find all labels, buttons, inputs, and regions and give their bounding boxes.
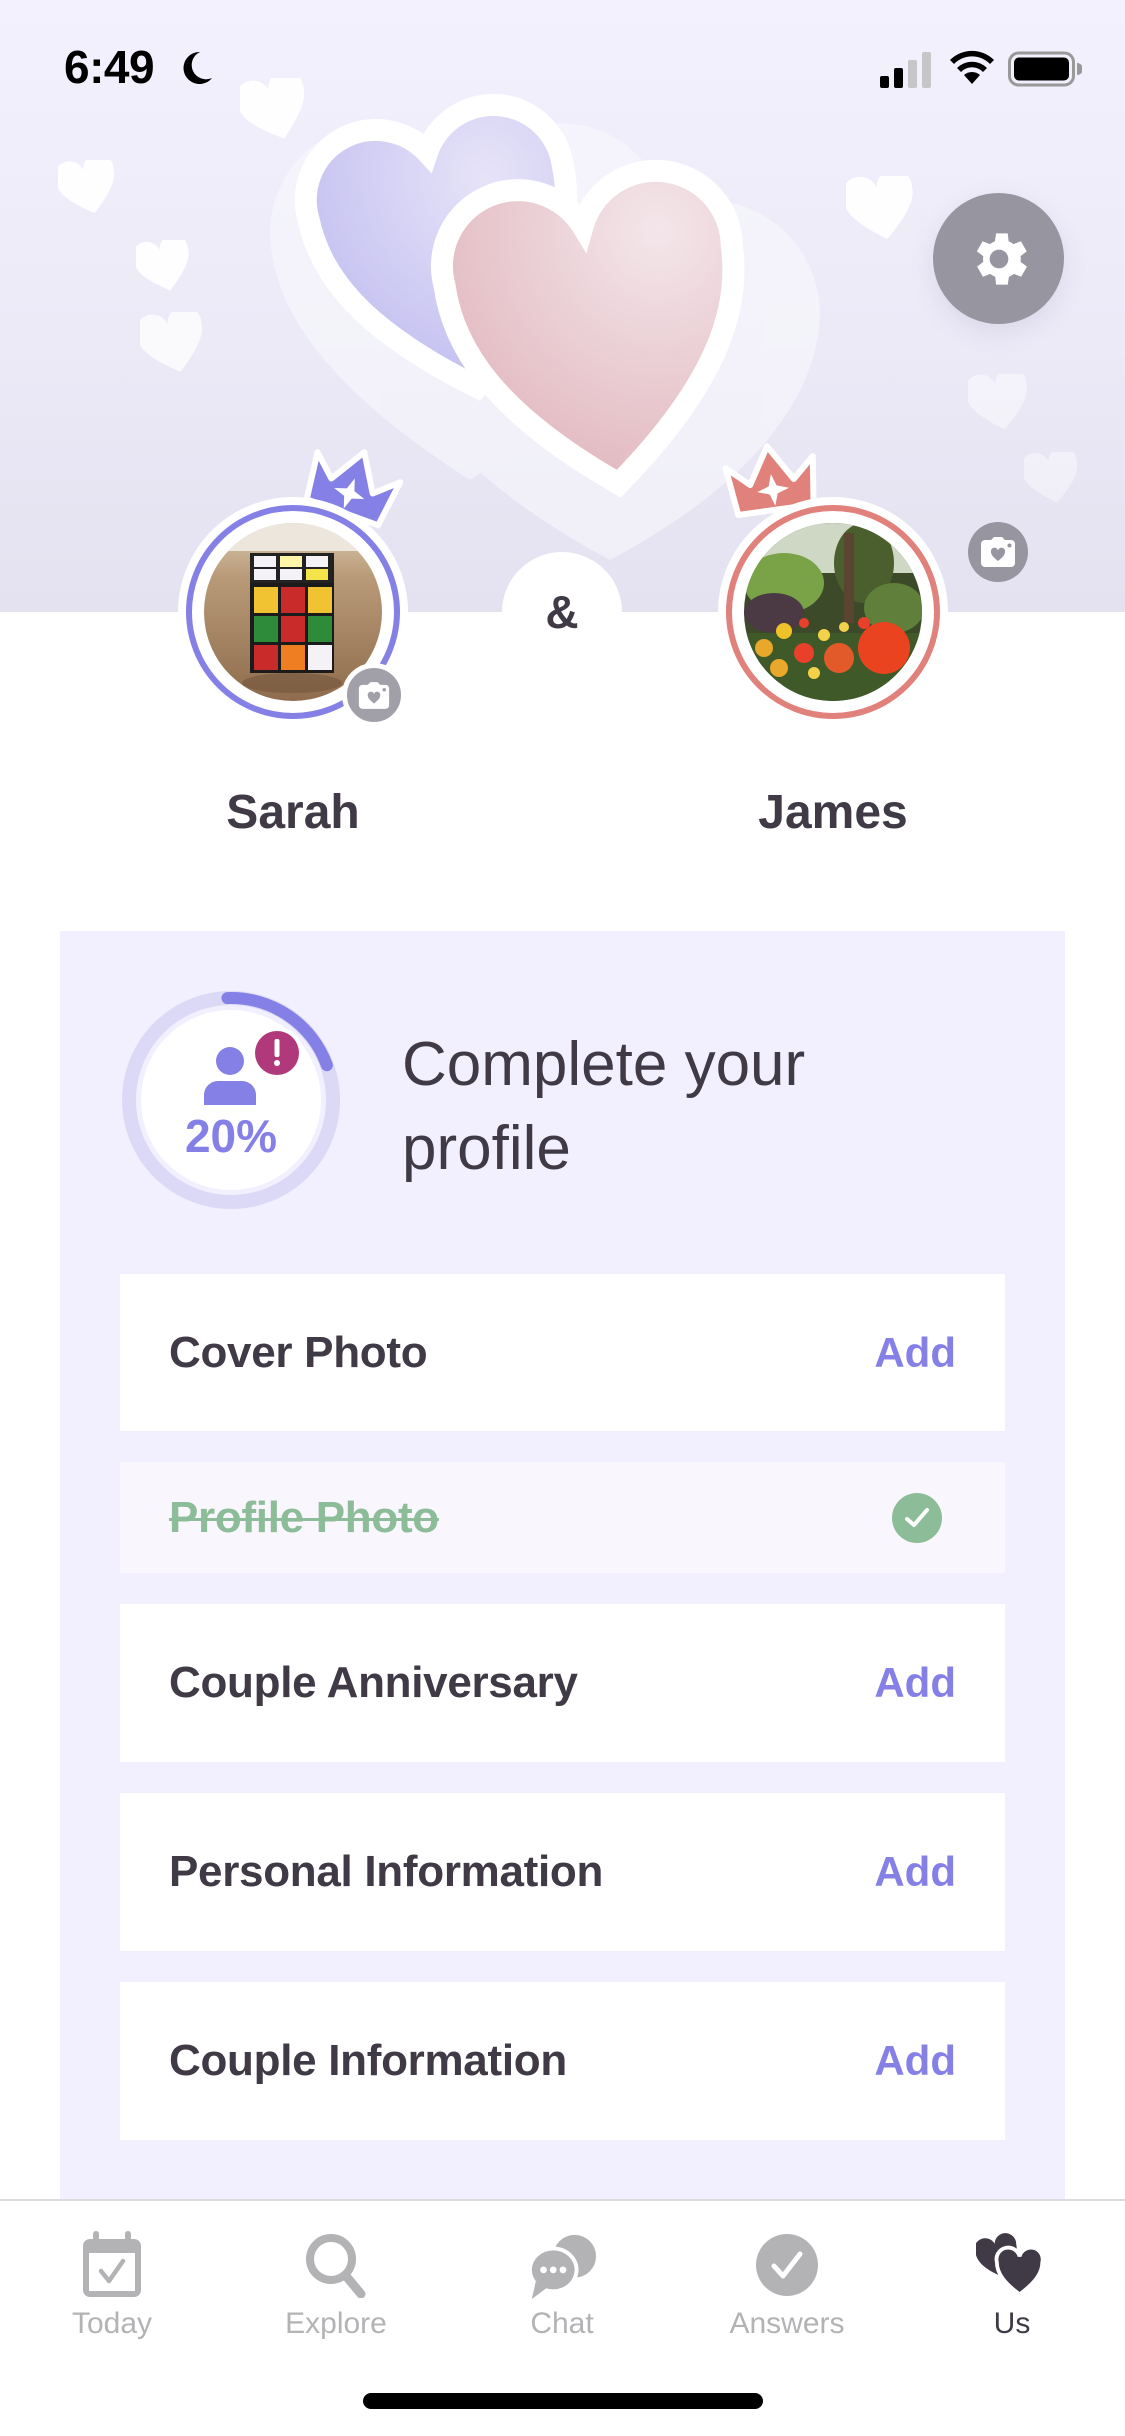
add-couple-anniversary-button[interactable]: Add [874,1659,956,1707]
add-couple-information-button[interactable]: Add [874,2037,956,2085]
decorative-heart-icon [136,240,189,291]
status-time: 6:49 [64,41,155,93]
couple-separator: & [502,552,622,672]
signal-icon [880,52,931,88]
decorative-heart-icon [968,374,1027,430]
hearts-icon [976,2229,1048,2301]
settings-button[interactable] [933,193,1064,324]
tab-answers[interactable]: Answers [707,2229,867,2349]
partner-name-sarah: Sarah [226,786,360,839]
task-label: Couple Anniversary [169,1658,578,1707]
add-personal-information-button[interactable]: Add [874,1848,956,1896]
check-circle-icon [751,2229,823,2301]
exclamation-icon [251,1027,303,1079]
tab-explore[interactable]: Explore [256,2229,416,2349]
home-indicator[interactable] [363,2393,763,2409]
change-profile-photo-button[interactable] [342,663,406,727]
profile-progress-percent: 20% [184,1110,278,1162]
tab-today[interactable]: Today [32,2229,192,2349]
decorative-heart-icon [140,312,202,372]
profile-progress-ring [122,991,340,1209]
tab-label: Answers [729,2307,845,2340]
task-row-couple-information[interactable]: Couple Information Add [120,1982,1005,2140]
complete-profile-card: 20% Complete your profile Cover Photo Ad… [60,931,1065,2199]
decorative-heart-icon [58,160,115,214]
tab-label: Us [993,2307,1031,2340]
camera-heart-icon [358,681,390,709]
chat-bubbles-icon [526,2229,598,2301]
task-row-couple-anniversary[interactable]: Couple Anniversary Add [120,1604,1005,1762]
camera-heart-icon [981,537,1015,567]
task-label: Cover Photo [169,1327,428,1377]
tab-label: Today [71,2307,153,2340]
calendar-check-icon [76,2229,148,2301]
garden-flowers-photo [744,523,922,701]
card-title: Complete your profile [402,1030,806,1183]
tab-chat[interactable]: Chat [482,2229,642,2349]
status-bar: 6:49 [0,0,1125,140]
search-icon [300,2229,372,2301]
task-label: Profile Photo [169,1492,439,1542]
add-cover-photo-button[interactable]: Add [874,1329,956,1377]
check-circle-icon [892,1492,942,1543]
decorative-heart-icon [1024,452,1078,503]
tab-label: Explore [285,2307,387,2340]
avatar-ring [726,505,940,719]
tab-us[interactable]: Us [932,2229,1092,2349]
partner-avatar-james[interactable] [718,497,948,727]
tab-label: Chat [530,2307,594,2340]
task-row-personal-information[interactable]: Personal Information Add [120,1793,1005,1951]
task-label: Personal Information [169,1847,604,1896]
battery-icon [1008,51,1082,87]
wifi-icon [950,50,994,84]
change-cover-photo-button[interactable] [968,522,1028,582]
moon-icon [183,51,212,84]
partner-name-james: James [758,786,908,839]
task-row-profile-photo[interactable]: Profile Photo [120,1462,1005,1573]
gear-icon [976,232,1027,285]
partner-avatar-sarah[interactable] [178,497,408,727]
task-label: Couple Information [169,2036,567,2085]
task-row-cover-photo[interactable]: Cover Photo Add [120,1274,1005,1431]
